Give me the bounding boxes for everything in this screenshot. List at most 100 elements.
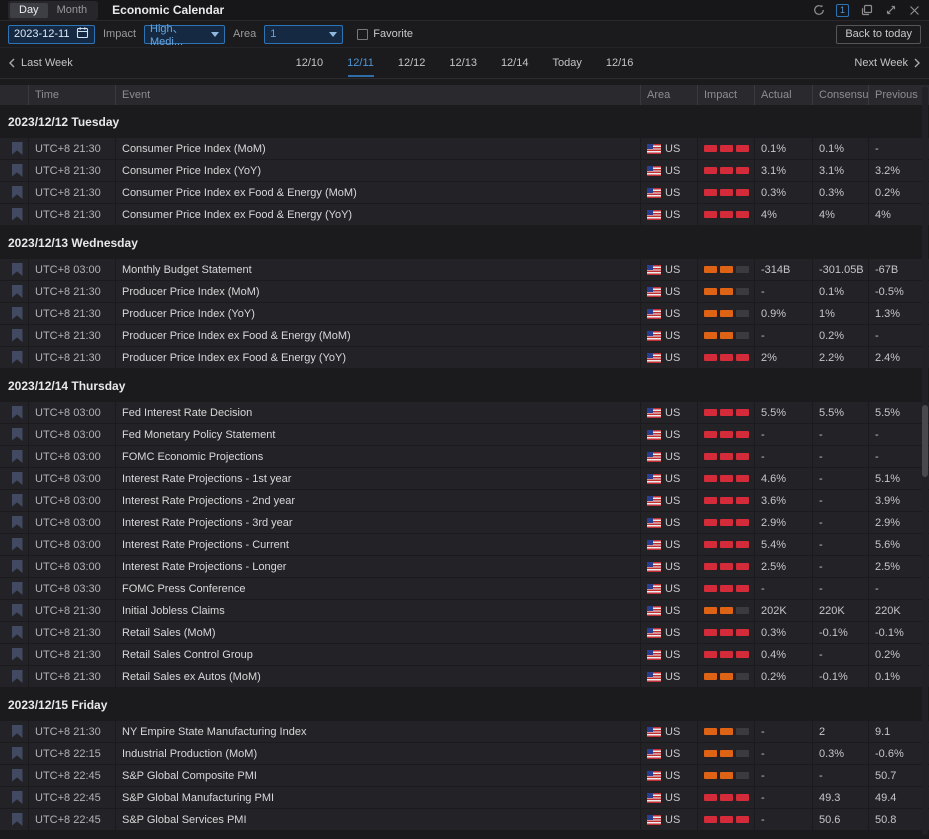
- bookmark-icon[interactable]: [12, 406, 23, 419]
- table-row[interactable]: UTC+8 03:00FOMC Economic ProjectionsUS--…: [0, 446, 929, 467]
- bookmark-icon[interactable]: [12, 769, 23, 782]
- pin-cell[interactable]: [0, 347, 28, 368]
- table-row[interactable]: UTC+8 03:00Interest Rate Projections - 2…: [0, 490, 929, 511]
- bookmark-icon[interactable]: [12, 285, 23, 298]
- table-row[interactable]: UTC+8 22:45S&P Global Services PMIUS-50.…: [0, 809, 929, 830]
- week-day-12-13[interactable]: 12/13: [446, 49, 480, 77]
- week-day-Today[interactable]: Today: [549, 49, 584, 77]
- table-row[interactable]: UTC+8 21:30Producer Price Index ex Food …: [0, 325, 929, 346]
- bookmark-icon[interactable]: [12, 164, 23, 177]
- week-day-12-10[interactable]: 12/10: [293, 49, 327, 77]
- pin-cell[interactable]: [0, 303, 28, 324]
- bookmark-icon[interactable]: [12, 142, 23, 155]
- pin-cell[interactable]: [0, 325, 28, 346]
- pin-cell[interactable]: [0, 721, 28, 742]
- table-row[interactable]: UTC+8 21:30Producer Price Index (YoY)US0…: [0, 303, 929, 324]
- popout-icon[interactable]: [860, 4, 873, 17]
- bookmark-icon[interactable]: [12, 670, 23, 683]
- back-to-today-button[interactable]: Back to today: [836, 25, 921, 44]
- bookmark-icon[interactable]: [12, 516, 23, 529]
- table-row[interactable]: UTC+8 21:30Retail Sales ex Autos (MoM)US…: [0, 666, 929, 687]
- tab-day[interactable]: Day: [10, 3, 48, 18]
- week-day-12-11[interactable]: 12/11: [344, 49, 377, 77]
- table-row[interactable]: UTC+8 22:45S&P Global Composite PMIUS--5…: [0, 765, 929, 786]
- refresh-icon[interactable]: [812, 4, 825, 17]
- pin-cell[interactable]: [0, 204, 28, 225]
- layout-link-badge[interactable]: 1: [836, 4, 849, 17]
- pin-cell[interactable]: [0, 281, 28, 302]
- table-row[interactable]: UTC+8 21:30Producer Price Index ex Food …: [0, 347, 929, 368]
- table-row[interactable]: UTC+8 21:30Consumer Price Index ex Food …: [0, 182, 929, 203]
- bookmark-icon[interactable]: [12, 725, 23, 738]
- pin-cell[interactable]: [0, 622, 28, 643]
- week-day-12-14[interactable]: 12/14: [498, 49, 532, 77]
- bookmark-icon[interactable]: [12, 208, 23, 221]
- expand-icon[interactable]: [884, 4, 897, 17]
- bookmark-icon[interactable]: [12, 450, 23, 463]
- pin-cell[interactable]: [0, 765, 28, 786]
- bookmark-icon[interactable]: [12, 626, 23, 639]
- table-row[interactable]: UTC+8 22:45S&P Global Manufacturing PMIU…: [0, 787, 929, 808]
- pin-cell[interactable]: [0, 402, 28, 423]
- table-row[interactable]: UTC+8 03:00Fed Interest Rate DecisionUS5…: [0, 402, 929, 423]
- pin-cell[interactable]: [0, 424, 28, 445]
- table-row[interactable]: UTC+8 21:30Retail Sales (MoM)US0.3%-0.1%…: [0, 622, 929, 643]
- pin-cell[interactable]: [0, 809, 28, 830]
- pin-cell[interactable]: [0, 578, 28, 599]
- pin-cell[interactable]: [0, 182, 28, 203]
- pin-cell[interactable]: [0, 446, 28, 467]
- bookmark-icon[interactable]: [12, 307, 23, 320]
- table-row[interactable]: UTC+8 21:30Consumer Price Index ex Food …: [0, 204, 929, 225]
- pin-cell[interactable]: [0, 490, 28, 511]
- bookmark-icon[interactable]: [12, 472, 23, 485]
- pin-cell[interactable]: [0, 743, 28, 764]
- tab-month[interactable]: Month: [48, 3, 97, 18]
- table-row[interactable]: UTC+8 21:30Consumer Price Index (MoM)US0…: [0, 138, 929, 159]
- favorite-filter[interactable]: Favorite: [357, 28, 413, 40]
- bookmark-icon[interactable]: [12, 186, 23, 199]
- bookmark-icon[interactable]: [12, 351, 23, 364]
- week-day-12-12[interactable]: 12/12: [395, 49, 429, 77]
- bookmark-icon[interactable]: [12, 813, 23, 826]
- date-picker[interactable]: 2023-12-11: [8, 25, 95, 44]
- favorite-checkbox[interactable]: [357, 29, 368, 40]
- bookmark-icon[interactable]: [12, 263, 23, 276]
- close-icon[interactable]: [908, 4, 921, 17]
- bookmark-icon[interactable]: [12, 494, 23, 507]
- table-row[interactable]: UTC+8 03:00Interest Rate Projections - 1…: [0, 468, 929, 489]
- table-row[interactable]: UTC+8 03:00Monthly Budget StatementUS-31…: [0, 259, 929, 280]
- table-row[interactable]: UTC+8 21:30Consumer Price Index (YoY)US3…: [0, 160, 929, 181]
- bookmark-icon[interactable]: [12, 791, 23, 804]
- bookmark-icon[interactable]: [12, 428, 23, 441]
- table-row[interactable]: UTC+8 21:30Producer Price Index (MoM)US-…: [0, 281, 929, 302]
- bookmark-icon[interactable]: [12, 648, 23, 661]
- pin-cell[interactable]: [0, 787, 28, 808]
- bookmark-icon[interactable]: [12, 582, 23, 595]
- pin-cell[interactable]: [0, 160, 28, 181]
- impact-select[interactable]: High、Medi...: [144, 25, 225, 44]
- table-row[interactable]: UTC+8 03:00Fed Monetary Policy Statement…: [0, 424, 929, 445]
- bookmark-icon[interactable]: [12, 604, 23, 617]
- pin-cell[interactable]: [0, 512, 28, 533]
- area-select[interactable]: 1: [264, 25, 343, 44]
- table-row[interactable]: UTC+8 21:30Initial Jobless ClaimsUS202K2…: [0, 600, 929, 621]
- table-row[interactable]: UTC+8 03:00Interest Rate Projections - C…: [0, 534, 929, 555]
- pin-cell[interactable]: [0, 468, 28, 489]
- bookmark-icon[interactable]: [12, 329, 23, 342]
- pin-cell[interactable]: [0, 600, 28, 621]
- week-day-12-16[interactable]: 12/16: [603, 49, 637, 77]
- table-row[interactable]: UTC+8 03:00Interest Rate Projections - 3…: [0, 512, 929, 533]
- bookmark-icon[interactable]: [12, 747, 23, 760]
- pin-cell[interactable]: [0, 644, 28, 665]
- table-row[interactable]: UTC+8 03:00Interest Rate Projections - L…: [0, 556, 929, 577]
- table-row[interactable]: UTC+8 21:30Retail Sales Control GroupUS0…: [0, 644, 929, 665]
- table-row[interactable]: UTC+8 03:30FOMC Press ConferenceUS---: [0, 578, 929, 599]
- pin-cell[interactable]: [0, 556, 28, 577]
- table-row[interactable]: UTC+8 22:15Industrial Production (MoM)US…: [0, 743, 929, 764]
- pin-cell[interactable]: [0, 534, 28, 555]
- bookmark-icon[interactable]: [12, 560, 23, 573]
- pin-cell[interactable]: [0, 138, 28, 159]
- pin-cell[interactable]: [0, 666, 28, 687]
- scrollbar-thumb[interactable]: [922, 405, 928, 477]
- pin-cell[interactable]: [0, 259, 28, 280]
